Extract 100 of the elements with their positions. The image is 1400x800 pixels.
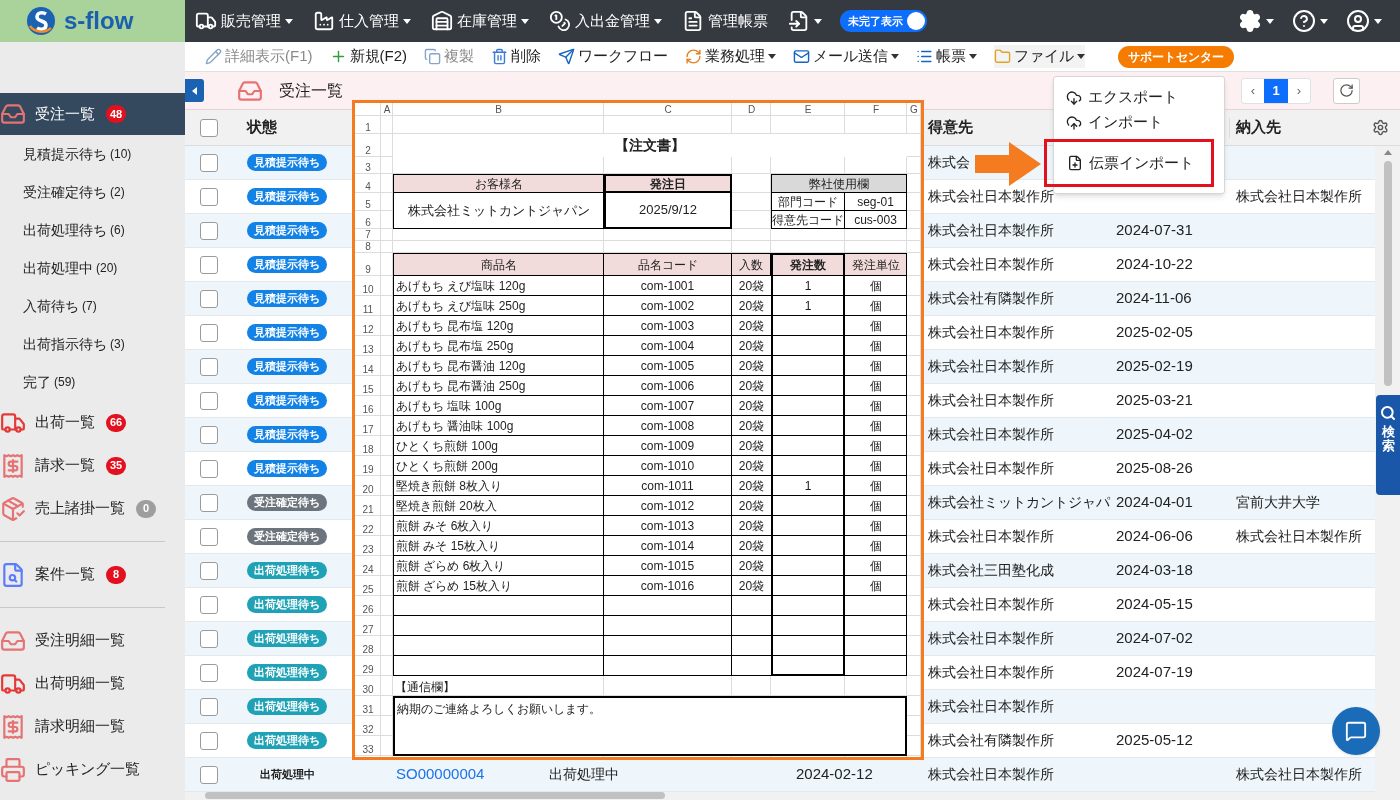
table-cell: 株式会社日本製作所 (928, 188, 1054, 205)
logo-text: s-flow (64, 6, 134, 36)
page-title: 受注一覧 (279, 80, 343, 101)
column-letter: G (909, 103, 919, 116)
sheet-header-cell: 発注数 (771, 253, 845, 276)
table-cell: 出荷処理中 (549, 766, 619, 783)
sheet-cell: com-1008 (604, 416, 732, 436)
count-badge: 0 (136, 499, 156, 518)
status-badge: 見積提示待ち (247, 358, 327, 375)
table-cell: 株式会社日本製作所 (928, 664, 1054, 681)
table-cell: 株式会社有隣製作所 (928, 290, 1054, 307)
sheet-cell: 個 (845, 356, 907, 376)
column-letter: C (663, 103, 673, 116)
column-letter: D (746, 103, 757, 116)
table-cell: 株式会社日本製作所 (928, 596, 1054, 613)
row-number: 11 (361, 303, 375, 316)
table-cell: 2024-11-06 (1116, 289, 1192, 307)
sheet-cell: 個 (845, 336, 907, 356)
row-number: 28 (361, 643, 375, 656)
row-number: 32 (361, 723, 375, 736)
row-number: 12 (361, 323, 375, 336)
status-badge: 出荷処理待ち (247, 664, 327, 681)
row-number: 15 (361, 383, 375, 396)
sheet-cell: com-1006 (604, 376, 732, 396)
sheet-cell: 個 (845, 576, 907, 596)
sheet-cell: 個 (845, 316, 907, 336)
sheet-cell: com-1014 (604, 536, 732, 556)
row-number: 20 (361, 483, 375, 496)
table-cell: 2024-07-02 (1116, 629, 1193, 647)
table-cell: 株式会社日本製作所 (928, 392, 1054, 409)
sheet-cell: 個 (845, 536, 907, 556)
sheet-cell: 部門コード (771, 193, 845, 211)
table-cell: 株式会社日本製作所 (928, 766, 1054, 783)
status-badge: 出荷処理待ち (247, 698, 327, 715)
row-number: 10 (361, 283, 375, 296)
table-cell: 株式会社日本製作所 (928, 426, 1054, 443)
row-number: 3 (364, 161, 372, 174)
sheet-cell: 個 (845, 456, 907, 476)
sheet-cell: 20袋 (732, 436, 771, 456)
sheet-header-cell: 弊社使用欄 (771, 174, 907, 193)
sheet-cell: 個 (845, 476, 907, 496)
sheet-cell: com-1011 (604, 476, 732, 496)
row-number: 23 (361, 543, 375, 556)
sheet-cell: 20袋 (732, 316, 771, 336)
row-number: 2 (364, 144, 372, 157)
sheet-cell: あげもち えび塩味 120g (393, 276, 604, 296)
column-header: 得意先 (928, 118, 973, 136)
sheet-title: 【注文書】 (393, 134, 907, 157)
note-box: 納期のご連絡よろしくお願いします。 (393, 696, 907, 756)
table-cell: 2024-07-31 (1116, 221, 1193, 239)
table-cell: 2024-03-18 (1116, 561, 1193, 579)
sheet-cell: 煎餅 みそ 6枚入り (393, 516, 604, 536)
sheet-cell: 20袋 (732, 356, 771, 376)
status-badge: 受注確定待ち (247, 494, 327, 511)
table-cell: 2025-02-05 (1116, 323, 1193, 341)
sheet-cell: 煎餅 ざらめ 6枚入り (393, 556, 604, 576)
sheet-header-cell: 入数 (732, 253, 771, 276)
table-cell: 株式会社日本製作所 (928, 528, 1054, 545)
status-badge: 出荷処理待ち (247, 562, 327, 579)
sheet-cell: seg-01 (845, 193, 907, 211)
row-number: 21 (361, 503, 375, 516)
sheet-cell: com-1002 (604, 296, 732, 316)
sheet-cell: 20袋 (732, 536, 771, 556)
row-number: 7 (364, 229, 372, 241)
row-number: 16 (361, 403, 375, 416)
table-cell: 株式会社ミットカントジャパ (928, 494, 1110, 511)
sheet-cell: 堅焼き煎餅 8枚入り (393, 476, 604, 496)
sheet-cell: 20袋 (732, 576, 771, 596)
table-cell: 株式会社日本製作所 (928, 358, 1054, 375)
sheet-cell: com-1013 (604, 516, 732, 536)
column-letter: E (803, 103, 813, 116)
sheet-cell: ひとくち煎餅 200g (393, 456, 604, 476)
sheet-cell: 個 (845, 556, 907, 576)
sheet-cell: 20袋 (732, 496, 771, 516)
table-cell: 株式会社有隣製作所 (928, 732, 1054, 749)
status-badge: 受注確定待ち (247, 528, 327, 545)
sheet-cell: 煎餅 みそ 15枚入り (393, 536, 604, 556)
sheet-header-cell: 発注日 (604, 174, 732, 193)
status-badge: 見積提示待ち (247, 188, 327, 205)
sheet-cell: com-1010 (604, 456, 732, 476)
row-number: 22 (361, 523, 375, 536)
sheet-cell: 個 (845, 296, 907, 316)
count-badge: 66 (106, 413, 127, 432)
row-number: 29 (361, 663, 375, 676)
sheet-cell: 20袋 (732, 336, 771, 356)
count-badge: 35 (106, 456, 127, 475)
status-badge: 見積提示待ち (247, 392, 327, 409)
table-cell: 宮前大井大学 (1236, 494, 1320, 511)
sheet-cell: 個 (845, 416, 907, 436)
status-label: 出荷処理中 (258, 767, 316, 783)
row-number: 31 (361, 703, 375, 716)
sheet-cell: 20袋 (732, 516, 771, 536)
sheet-cell: 個 (845, 496, 907, 516)
column-header: 納入先 (1236, 118, 1281, 136)
row-number: 24 (361, 563, 375, 576)
column-letter: F (871, 103, 881, 116)
sheet-header-cell: お客様名 (393, 174, 604, 193)
table-cell: 株式会社三田塾化成 (928, 562, 1054, 579)
sheet-cell: com-1012 (604, 496, 732, 516)
sheet-header-cell: 品名コード (604, 253, 732, 276)
